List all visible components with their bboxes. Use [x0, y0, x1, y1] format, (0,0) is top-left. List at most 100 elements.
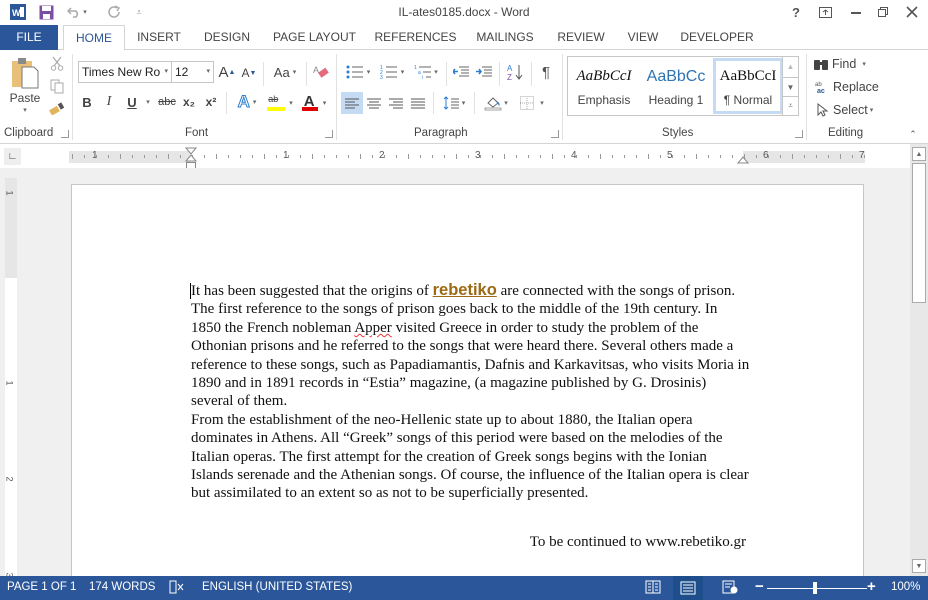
vertical-ruler[interactable]: 1 1 2 3	[5, 178, 17, 578]
zoom-slider-thumb[interactable]	[813, 582, 817, 594]
format-painter-icon[interactable]	[48, 100, 66, 116]
paragraph-1[interactable]: It has been suggested that the origins o…	[190, 281, 751, 411]
justify-button[interactable]	[408, 92, 428, 114]
decrease-indent-icon[interactable]	[451, 62, 471, 82]
paragraph-2[interactable]: From the establishment of the neo-Hellen…	[191, 411, 751, 503]
align-right-button[interactable]	[386, 92, 406, 114]
scrollbar-thumb[interactable]	[912, 163, 926, 303]
style-normal[interactable]: AaBbCcI ¶ Normal	[713, 58, 783, 114]
rebetiko-hyperlink[interactable]: rebetiko	[433, 281, 497, 299]
tab-developer[interactable]: DEVELOPER	[677, 25, 757, 50]
change-case-button[interactable]: Aa ▾	[269, 63, 301, 81]
tab-review[interactable]: REVIEW	[553, 25, 609, 50]
paste-icon[interactable]	[6, 54, 44, 90]
print-layout-icon[interactable]	[673, 576, 703, 600]
sort-icon[interactable]: AZ	[504, 61, 526, 83]
misspelled-word[interactable]: Apper	[354, 320, 392, 336]
minimize-icon[interactable]	[846, 3, 866, 21]
shrink-font-button[interactable]: A ▼	[240, 64, 258, 82]
word-count[interactable]: 174 WORDS	[89, 581, 155, 593]
increase-indent-icon[interactable]	[474, 62, 494, 82]
cut-icon[interactable]	[49, 55, 65, 71]
tab-mailings[interactable]: MAILINGS	[470, 25, 540, 50]
zoom-in-button[interactable]: +	[867, 578, 876, 595]
line-spacing-button[interactable]: ▾	[438, 92, 470, 114]
ruler-tick	[84, 155, 85, 158]
paste-dropdown[interactable]: ▾	[20, 106, 30, 114]
vertical-scrollbar[interactable]: ▲ ▼	[910, 144, 928, 576]
web-layout-icon[interactable]	[722, 580, 738, 597]
style-heading-1[interactable]: AaBbCc Heading 1	[641, 58, 711, 114]
copy-icon[interactable]	[49, 78, 65, 94]
chevron-down-icon[interactable]: ▾	[164, 62, 168, 82]
bullets-button[interactable]: ▾	[342, 62, 374, 82]
right-indent-marker[interactable]	[736, 153, 750, 167]
tab-insert[interactable]: INSERT	[132, 25, 186, 50]
tab-file[interactable]: FILE	[0, 25, 58, 50]
clipboard-launcher-icon[interactable]	[61, 130, 69, 138]
scroll-down-button[interactable]: ▼	[912, 559, 926, 573]
numbering-button[interactable]: 1 2 3 ▾	[376, 62, 408, 82]
underline-dropdown[interactable]: ▾	[143, 96, 153, 108]
text-run: It has been suggested that the origins o…	[191, 283, 433, 299]
chevron-down-icon[interactable]: ▾	[206, 62, 210, 82]
title-bar: W ▾ ⩡ IL-ates0185.docx - Word ?	[0, 0, 928, 25]
paste-button[interactable]: Paste	[8, 90, 42, 106]
align-left-button[interactable]	[341, 92, 363, 114]
zoom-level[interactable]: 100%	[891, 581, 920, 593]
language-indicator[interactable]: ENGLISH (UNITED STATES)	[202, 581, 352, 593]
borders-button[interactable]: ▾	[515, 92, 549, 114]
document-page[interactable]: It has been suggested that the origins o…	[71, 184, 864, 584]
align-center-button[interactable]	[364, 92, 384, 114]
superscript-button[interactable]: x²	[202, 93, 220, 111]
underline-button[interactable]: U	[124, 93, 140, 111]
svg-text:A: A	[507, 64, 513, 73]
ruler-tick	[156, 155, 157, 158]
zoom-out-button[interactable]: −	[755, 578, 764, 595]
paragraph-launcher-icon[interactable]	[551, 130, 559, 138]
replace-button[interactable]: ab ac Replace	[813, 78, 879, 96]
font-size-combo[interactable]: 12 ▾	[171, 61, 214, 83]
tab-page-layout[interactable]: PAGE LAYOUT	[268, 25, 361, 50]
highlight-button[interactable]: ab ▾	[264, 92, 296, 114]
tab-home[interactable]: HOME	[63, 25, 125, 51]
show-formatting-marks-button[interactable]: ¶	[536, 62, 556, 82]
strikethrough-button[interactable]: abc	[157, 93, 177, 111]
styles-scroll-down[interactable]: ▼	[782, 77, 798, 96]
style-emphasis[interactable]: AaBbCcI Emphasis	[569, 58, 639, 114]
proofing-icon[interactable]	[169, 580, 185, 597]
continued-note[interactable]: To be continued to www.rebetiko.gr	[191, 534, 746, 551]
restore-icon[interactable]	[873, 3, 893, 21]
styles-scroll-up[interactable]: ▲	[782, 57, 798, 76]
tab-design[interactable]: DESIGN	[199, 25, 255, 50]
tab-view[interactable]: VIEW	[622, 25, 664, 50]
bold-button[interactable]: B	[79, 93, 95, 111]
font-launcher-icon[interactable]	[325, 130, 333, 138]
paragraph-group-label: Paragraph	[414, 127, 468, 139]
italic-button[interactable]: I	[101, 93, 117, 111]
subscript-button[interactable]: x₂	[180, 93, 198, 111]
zoom-slider[interactable]	[767, 588, 867, 589]
help-icon[interactable]: ?	[786, 3, 806, 21]
font-name-combo[interactable]: Times New Ro ▾	[78, 61, 172, 83]
document-body[interactable]: It has been suggested that the origins o…	[190, 281, 751, 503]
styles-more-button[interactable]: ⩡	[782, 96, 798, 115]
shading-button[interactable]: ▾	[479, 92, 513, 114]
horizontal-ruler[interactable]: 1 1 2 3 4 5 6 7	[69, 147, 865, 169]
read-mode-icon[interactable]	[645, 580, 661, 597]
font-color-button[interactable]: A ▾	[298, 92, 330, 114]
page-count[interactable]: PAGE 1 OF 1	[7, 581, 76, 593]
select-button[interactable]: Select ▾	[815, 101, 877, 119]
tab-selector-icon[interactable]: ∟	[4, 148, 21, 165]
close-icon[interactable]	[902, 3, 922, 21]
text-effects-button[interactable]: A ▾	[232, 92, 262, 112]
grow-font-button[interactable]: A ▲	[218, 62, 236, 82]
scroll-up-button[interactable]: ▲	[912, 147, 926, 161]
tab-references[interactable]: REFERENCES	[374, 25, 457, 50]
ribbon-display-options-icon[interactable]	[815, 3, 835, 21]
multilevel-list-button[interactable]: 1 a i ▾	[410, 62, 442, 82]
clear-formatting-icon[interactable]: A	[311, 62, 331, 82]
find-button[interactable]: Find ▾	[813, 55, 875, 73]
collapse-ribbon-icon[interactable]: ⌃	[906, 128, 920, 140]
styles-launcher-icon[interactable]	[795, 130, 803, 138]
